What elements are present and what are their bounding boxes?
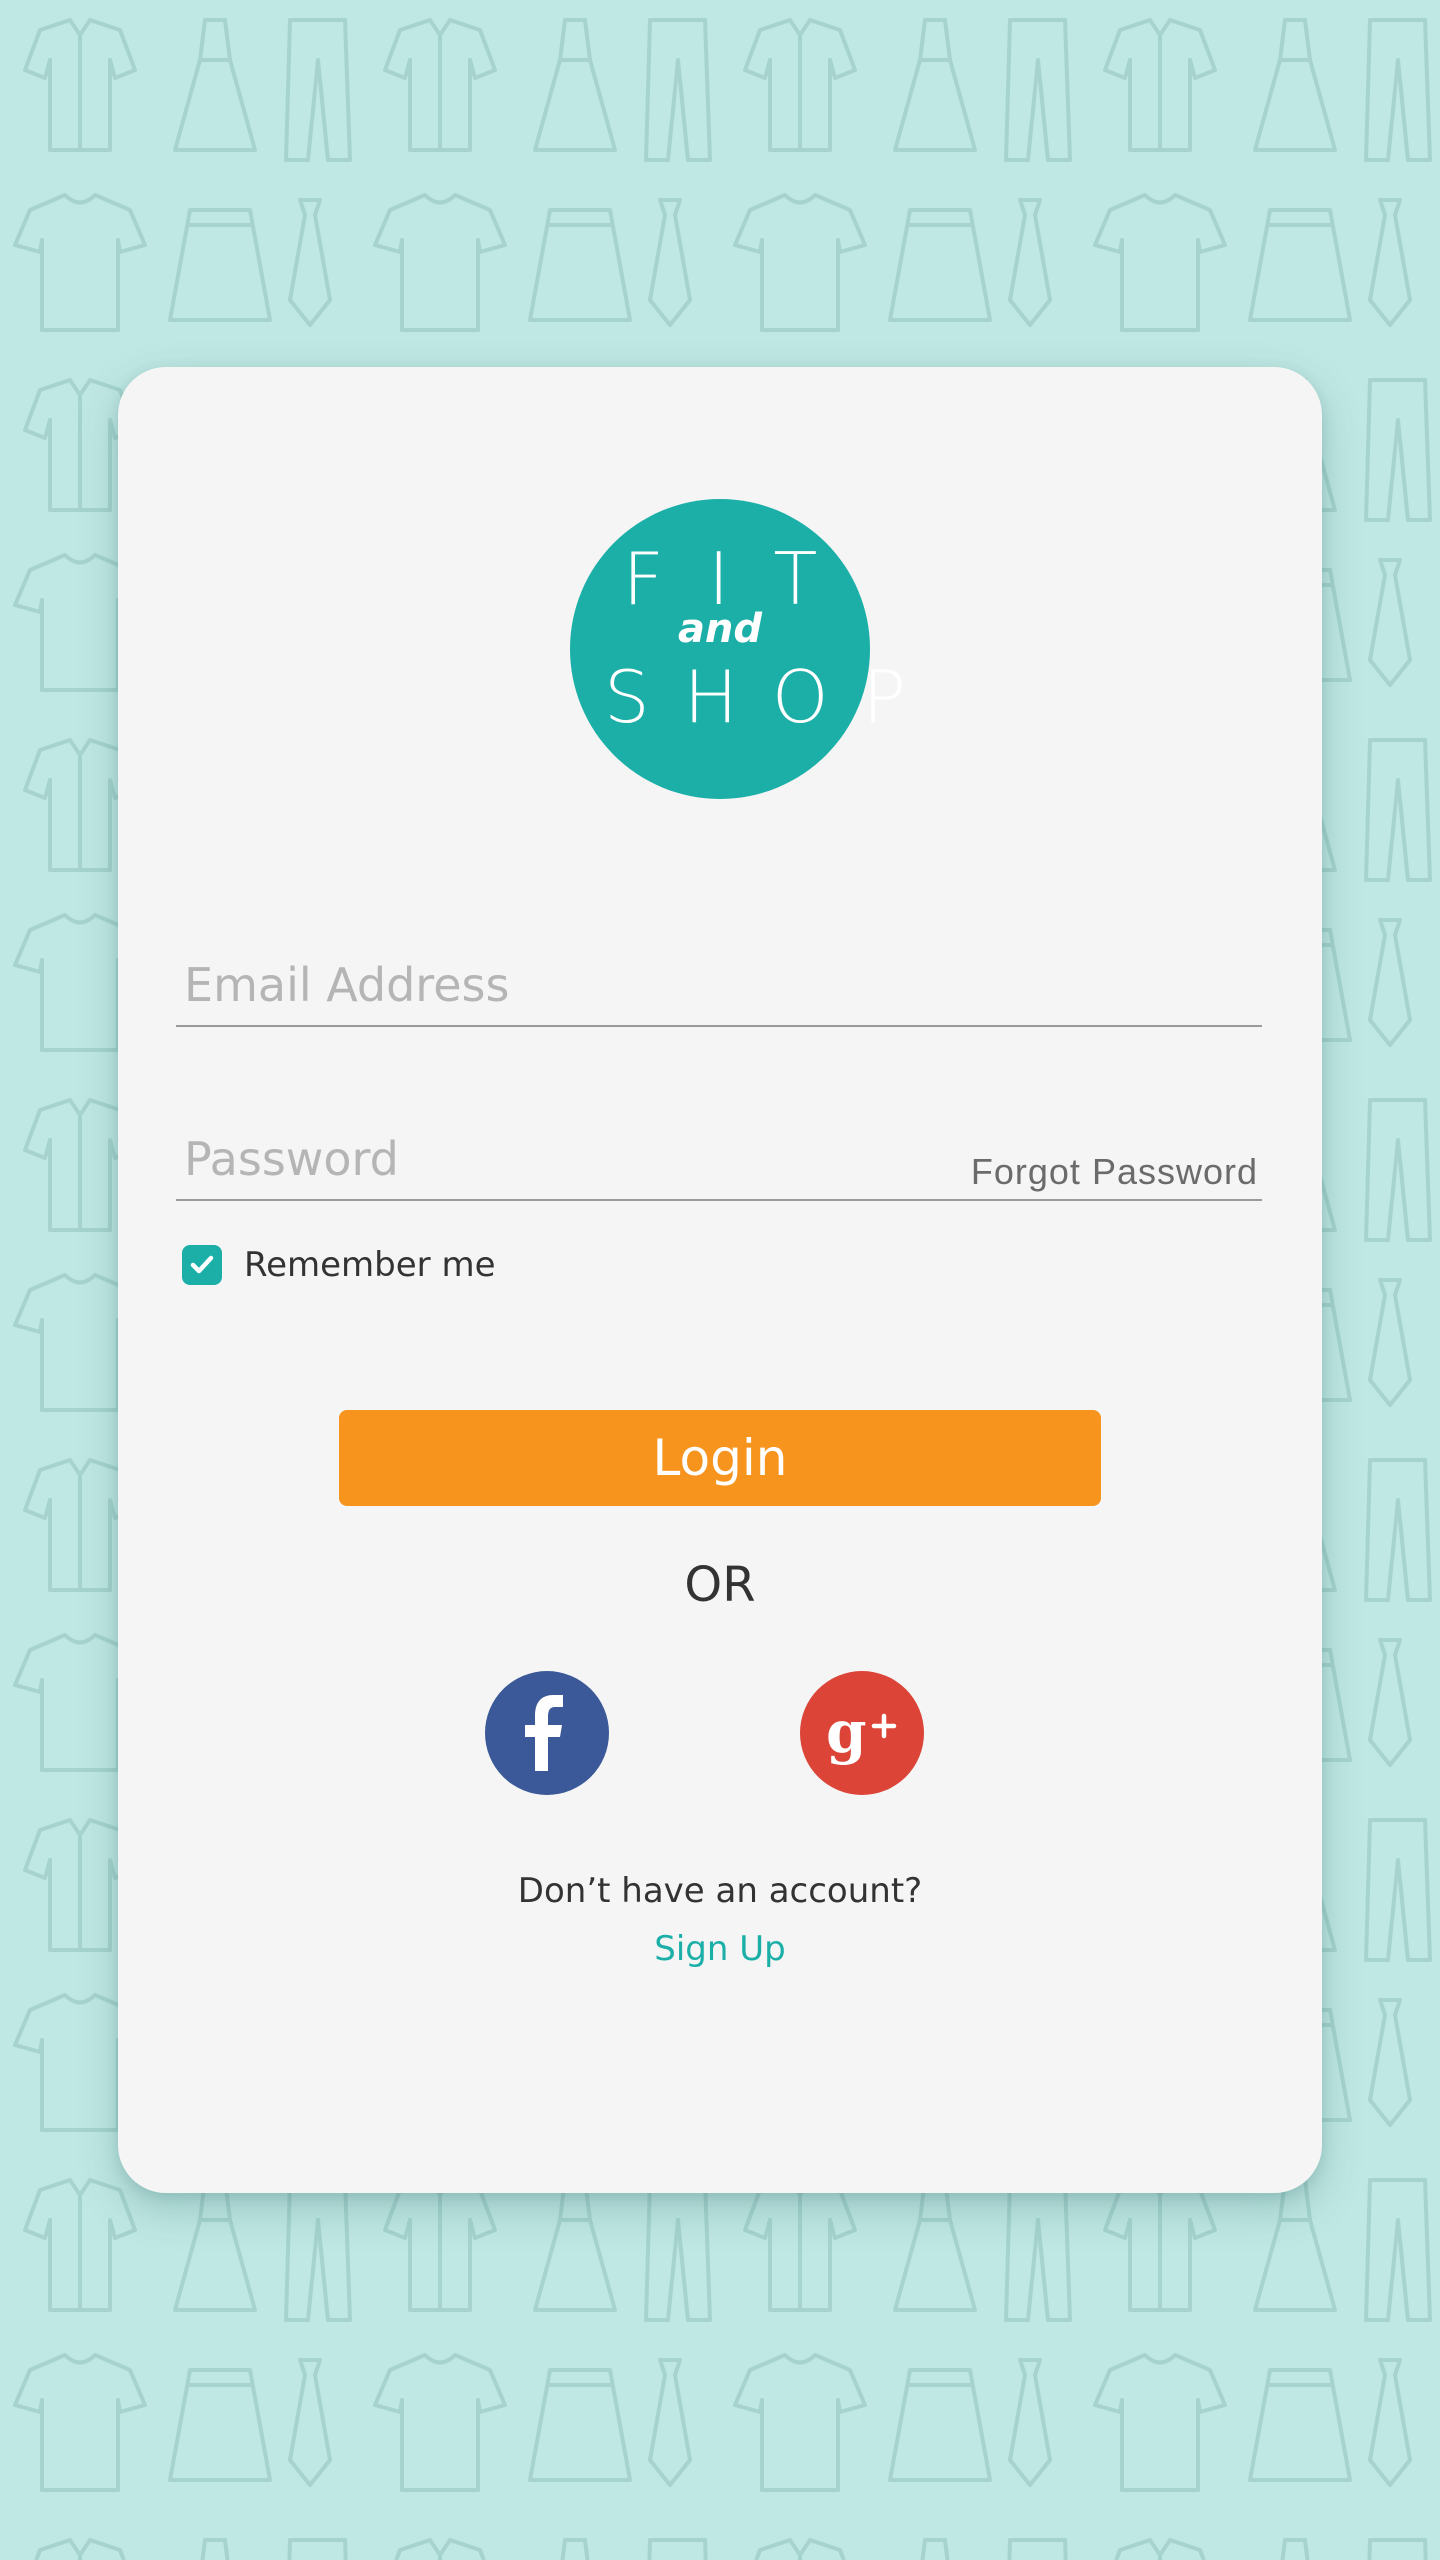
- signup-link-row: Sign Up: [118, 1929, 1322, 1969]
- remember-me-label: Remember me: [244, 1245, 496, 1285]
- google-plus-login-button[interactable]: g: [800, 1671, 924, 1795]
- or-separator: OR: [684, 1557, 756, 1613]
- facebook-login-button[interactable]: [485, 1671, 609, 1795]
- password-input[interactable]: [184, 1127, 944, 1191]
- forgot-password-link[interactable]: Forgot Password: [971, 1151, 1258, 1193]
- email-input[interactable]: [184, 953, 944, 1017]
- checkmark-icon: [190, 1255, 214, 1274]
- password-field-container: Forgot Password: [176, 1119, 1262, 1201]
- fit-and-shop-logo: FIT and SHOP: [570, 499, 940, 799]
- login-button[interactable]: Login: [339, 1410, 1101, 1506]
- no-account-text: Don’t have an account?: [517, 1871, 923, 1911]
- signup-link[interactable]: Sign Up: [654, 1929, 785, 1969]
- logo-line-and: and: [677, 606, 763, 652]
- email-field-container: [176, 947, 1262, 1027]
- google-plus-icon: g: [826, 1698, 897, 1766]
- logo-line-shop: SHOP: [604, 655, 940, 739]
- remember-me-row: Remember me: [182, 1243, 496, 1287]
- facebook-icon: [525, 1695, 563, 1771]
- remember-me-checkbox[interactable]: [182, 1245, 222, 1285]
- login-card: FIT and SHOP Forgot Password Remember me…: [118, 367, 1322, 2193]
- svg-text:g: g: [826, 1698, 867, 1766]
